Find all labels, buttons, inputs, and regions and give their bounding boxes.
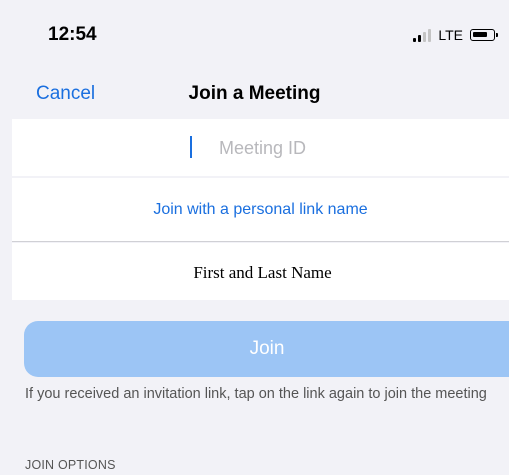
personal-link-row: Join with a personal link name [12,178,509,242]
join-options-section-header: JOIN OPTIONS [25,458,116,472]
status-bar: 12:54 LTE [0,0,509,76]
cancel-button[interactable]: Cancel [36,83,95,105]
network-type-label: LTE [438,27,463,43]
text-cursor [190,136,192,158]
join-with-personal-link-button[interactable]: Join with a personal link name [12,178,509,241]
status-time: 12:54 [48,24,97,45]
signal-icon [413,28,432,42]
invitation-hint-text: If you received an invitation link, tap … [25,386,487,402]
meeting-id-input[interactable] [12,119,509,178]
meeting-id-row [12,119,509,178]
status-indicators: LTE [413,27,498,43]
display-name-row [12,243,509,302]
battery-icon [470,29,498,41]
navigation-bar: Join a Meeting Cancel [0,76,509,118]
join-button[interactable]: Join [24,321,509,377]
display-name-input[interactable] [12,243,509,302]
